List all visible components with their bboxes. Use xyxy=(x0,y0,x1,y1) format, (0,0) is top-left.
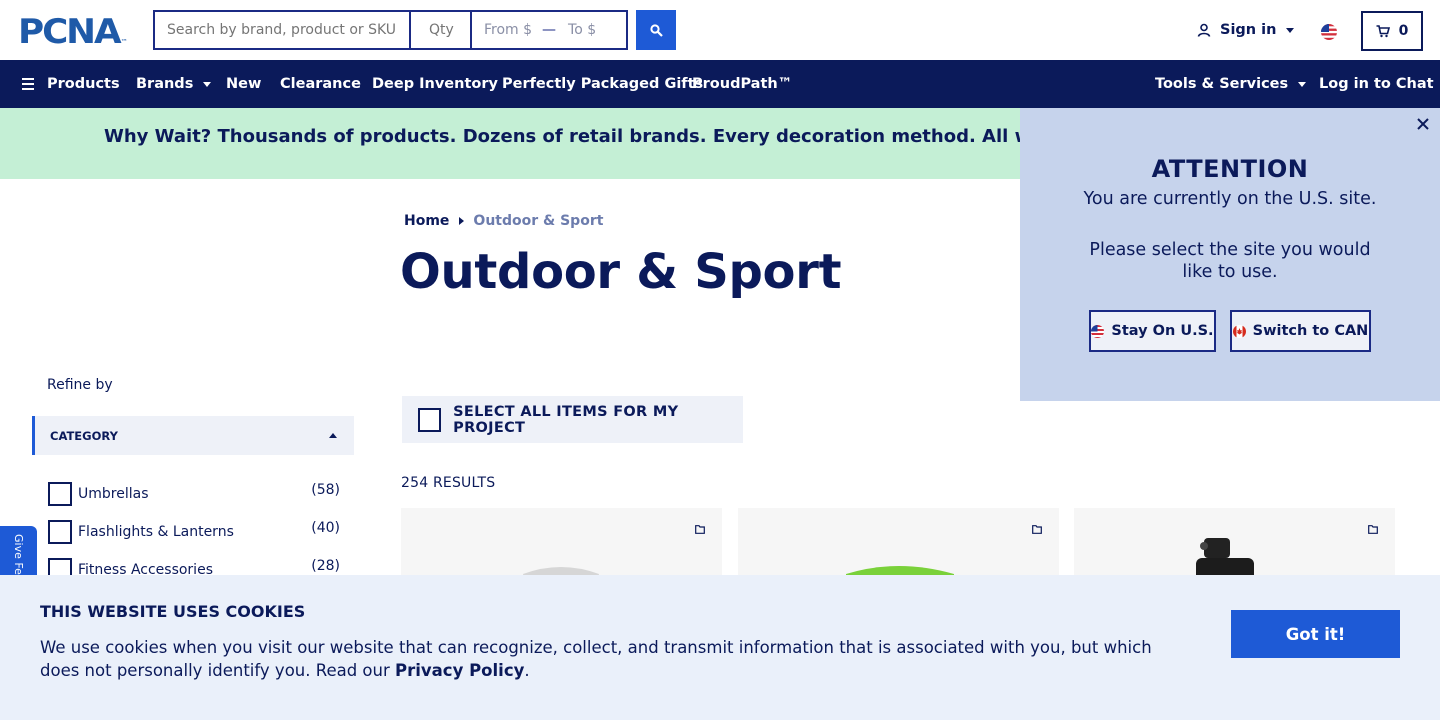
cookie-end: . xyxy=(524,661,530,680)
stay-us-button[interactable]: Stay On U.S. xyxy=(1089,310,1216,352)
switch-can-label: Switch to CAN xyxy=(1252,323,1369,339)
got-it-button[interactable]: Got it! xyxy=(1231,610,1400,658)
nav-products[interactable]: Products xyxy=(22,60,120,108)
cookie-text: We use cookies when you visit our websit… xyxy=(40,636,1160,682)
attention-title: ATTENTION xyxy=(1151,155,1309,183)
sign-in-label: Sign in xyxy=(1220,22,1277,38)
results-count: 254 RESULTS xyxy=(401,475,496,491)
search-bar: From $ — To $ xyxy=(153,10,628,50)
breadcrumb: Home Outdoor & Sport xyxy=(404,213,603,229)
logo-trademark: ™ xyxy=(120,38,128,46)
price-to-field[interactable]: To $ xyxy=(568,22,596,38)
folder-icon[interactable] xyxy=(1368,525,1378,534)
promo-text: Why Wait? Thousands of products. Dozens … xyxy=(104,126,1175,147)
breadcrumb-arrow-icon xyxy=(459,217,465,225)
user-icon xyxy=(1197,23,1211,37)
category-option-flashlights[interactable]: Flashlights & Lanterns (40) xyxy=(48,520,340,544)
category-option-label: Flashlights & Lanterns xyxy=(78,524,234,540)
price-range[interactable]: From $ — To $ xyxy=(472,12,626,48)
nav-products-label: Products xyxy=(47,76,120,92)
cart-icon xyxy=(1376,24,1390,37)
nav-chat-login[interactable]: Log in to Chat xyxy=(1319,60,1434,108)
attention-instruction: Please select the site you would like to… xyxy=(1089,240,1371,282)
site-selection-popup: ATTENTION You are currently on the U.S. … xyxy=(1020,108,1440,401)
sign-in-menu[interactable]: Sign in xyxy=(1197,22,1295,38)
search-input[interactable] xyxy=(155,12,411,48)
chevron-down-icon xyxy=(1298,81,1307,87)
canada-flag-icon xyxy=(1232,324,1246,338)
price-from-field[interactable]: From $ xyxy=(484,22,532,38)
nav-deep-inventory[interactable]: Deep Inventory xyxy=(372,60,498,108)
category-option-label: Umbrellas xyxy=(78,486,149,502)
page-title: Outdoor & Sport xyxy=(400,244,842,300)
nav-proudpath[interactable]: ProudPath™ xyxy=(692,60,792,108)
nav-tools-services[interactable]: Tools & Services xyxy=(1155,60,1307,108)
category-option-umbrellas[interactable]: Umbrellas (58) xyxy=(48,482,340,506)
breadcrumb-current: Outdoor & Sport xyxy=(473,213,604,229)
nav-brands-label: Brands xyxy=(136,76,194,92)
cookie-body: We use cookies when you visit our websit… xyxy=(40,638,1152,680)
nav-tools-label: Tools & Services xyxy=(1155,76,1289,92)
logo-text: PCNA xyxy=(18,12,122,52)
category-option-count: (28) xyxy=(311,558,340,574)
nav-clearance[interactable]: Clearance xyxy=(280,60,361,108)
category-label: CATEGORY xyxy=(50,428,118,443)
checkbox[interactable] xyxy=(48,520,72,544)
chevron-down-icon xyxy=(203,81,212,87)
stay-us-label: Stay On U.S. xyxy=(1111,323,1214,339)
chevron-up-icon xyxy=(329,433,337,438)
chevron-down-icon xyxy=(1286,27,1295,33)
top-header: PCNA ™ From $ — To $ Sign in xyxy=(0,0,1440,60)
select-all-checkbox[interactable] xyxy=(418,407,442,432)
qty-input[interactable] xyxy=(411,12,472,48)
checkbox[interactable] xyxy=(48,482,72,506)
attention-current-site: You are currently on the U.S. site. xyxy=(1083,189,1377,209)
breadcrumb-home[interactable]: Home xyxy=(404,213,449,229)
refine-by-label: Refine by xyxy=(47,377,113,393)
hamburger-icon xyxy=(22,78,34,90)
us-flag-icon xyxy=(1091,324,1105,338)
cookie-title: THIS WEBSITE USES COOKIES xyxy=(40,602,306,621)
nav-new[interactable]: New xyxy=(226,60,261,108)
us-flag-icon[interactable] xyxy=(1321,24,1337,40)
nav-brands[interactable]: Brands xyxy=(136,60,212,108)
price-dash: — xyxy=(542,22,557,38)
search-button[interactable] xyxy=(636,10,676,50)
close-icon[interactable] xyxy=(1417,118,1429,130)
category-filter-header[interactable]: CATEGORY xyxy=(32,416,354,455)
category-option-count: (40) xyxy=(311,520,340,536)
nav-gifts[interactable]: Perfectly Packaged Gifts xyxy=(502,60,703,108)
cart-button[interactable]: 0 xyxy=(1361,11,1423,51)
select-all-label: SELECT ALL ITEMS FOR MY PROJECT xyxy=(453,403,679,436)
cart-count: 0 xyxy=(1398,23,1409,39)
select-all-button[interactable]: SELECT ALL ITEMS FOR MY PROJECT xyxy=(402,396,743,443)
folder-icon[interactable] xyxy=(1032,525,1042,534)
privacy-policy-link[interactable]: Privacy Policy xyxy=(395,661,524,680)
search-icon xyxy=(649,23,663,37)
cookie-banner: THIS WEBSITE USES COOKIES We use cookies… xyxy=(0,575,1440,720)
folder-icon[interactable] xyxy=(695,525,705,534)
pcna-logo[interactable]: PCNA ™ xyxy=(18,12,128,52)
category-option-count: (58) xyxy=(311,482,340,498)
switch-can-button[interactable]: Switch to CAN xyxy=(1230,310,1371,352)
main-nav: Products Brands New Clearance Deep Inven… xyxy=(0,60,1440,108)
